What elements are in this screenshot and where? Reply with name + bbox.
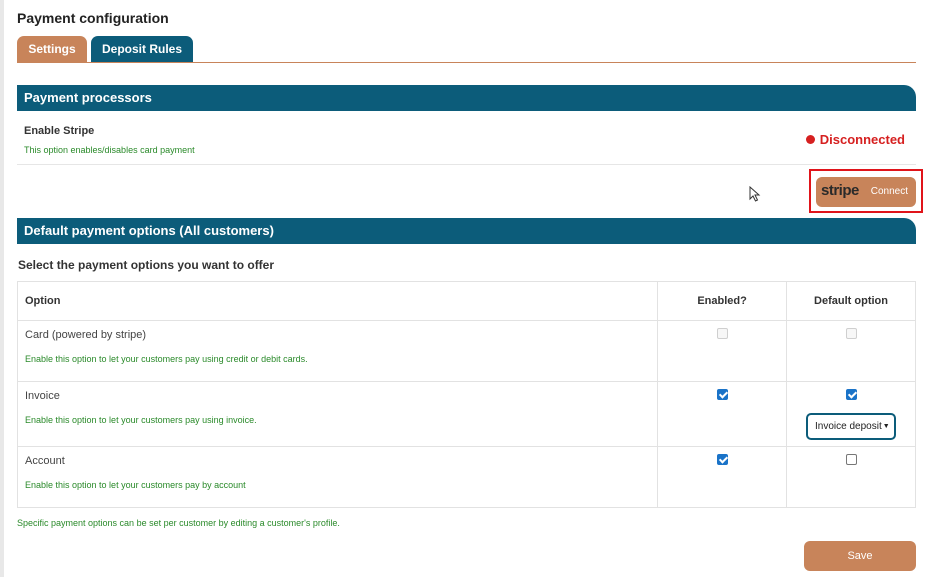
card-enabled-checkbox[interactable]	[716, 328, 728, 339]
app-frame: Payment configuration Settings Deposit R…	[0, 0, 933, 577]
option-name-invoice: Invoice	[25, 390, 60, 402]
table-row: Card (powered by stripe) Enable this opt…	[16, 320, 916, 382]
column-header-enabled: Enabled?	[657, 281, 788, 321]
stripe-logo: stripe	[821, 182, 859, 199]
account-enabled-checkbox[interactable]	[716, 454, 728, 465]
page-title: Payment configuration	[17, 10, 169, 26]
footer-note: Specific payment options can be set per …	[17, 518, 340, 528]
default-cell: Invoice deposit▼	[786, 381, 916, 447]
save-button[interactable]: Save	[804, 541, 916, 571]
option-name-card: Card (powered by stripe)	[25, 329, 147, 341]
divider	[17, 164, 916, 165]
connection-status: Disconnected	[805, 132, 905, 147]
account-default-checkbox[interactable]	[845, 454, 857, 465]
default-payment-options-header: Default payment options (All customers)	[17, 218, 916, 244]
option-hint-account: Enable this option to let your customers…	[25, 480, 246, 490]
option-name-account: Account	[25, 455, 65, 467]
invoice-default-checkbox[interactable]	[845, 389, 857, 400]
status-dot-icon	[805, 135, 815, 144]
connection-status-text: Disconnected	[819, 132, 905, 147]
invoice-enabled-checkbox[interactable]	[716, 389, 728, 400]
option-hint-card: Enable this option to let your customers…	[25, 354, 308, 364]
enabled-cell	[657, 320, 788, 382]
enabled-cell	[657, 381, 788, 447]
chevron-down-icon: ▼	[882, 423, 890, 430]
default-cell	[786, 320, 916, 382]
option-cell: Account Enable this option to let your c…	[16, 446, 659, 508]
table-header-row: Option Enabled? Default option	[16, 281, 916, 321]
column-header-option: Option	[16, 281, 659, 321]
payment-options-table: Option Enabled? Default option Card (pow…	[16, 281, 916, 508]
connect-label: Connect	[870, 186, 908, 197]
column-header-default: Default option	[786, 281, 916, 321]
tab-deposit-rules[interactable]: Deposit Rules	[91, 36, 193, 62]
tab-settings[interactable]: Settings	[17, 36, 87, 62]
payment-processors-header: Payment processors	[17, 85, 916, 111]
table-row: Invoice Enable this option to let your c…	[16, 381, 916, 447]
option-cell: Card (powered by stripe) Enable this opt…	[16, 320, 659, 382]
payment-options-prompt: Select the payment options you want to o…	[18, 258, 275, 272]
tab-bar: Settings Deposit Rules	[17, 36, 916, 63]
default-cell	[786, 446, 916, 508]
invoice-type-value: Invoice deposit	[815, 421, 882, 432]
enabled-cell	[657, 446, 788, 508]
mouse-cursor-icon	[749, 186, 761, 202]
enable-stripe-label: Enable Stripe	[24, 125, 95, 137]
invoice-type-select[interactable]: Invoice deposit▼	[806, 413, 897, 440]
option-cell: Invoice Enable this option to let your c…	[16, 381, 659, 447]
table-row: Account Enable this option to let your c…	[16, 446, 916, 508]
stripe-connect-button[interactable]: stripe Connect	[816, 177, 916, 207]
enable-stripe-hint: This option enables/disables card paymen…	[24, 145, 195, 155]
card-default-checkbox[interactable]	[845, 328, 857, 339]
option-hint-invoice: Enable this option to let your customers…	[25, 415, 257, 425]
